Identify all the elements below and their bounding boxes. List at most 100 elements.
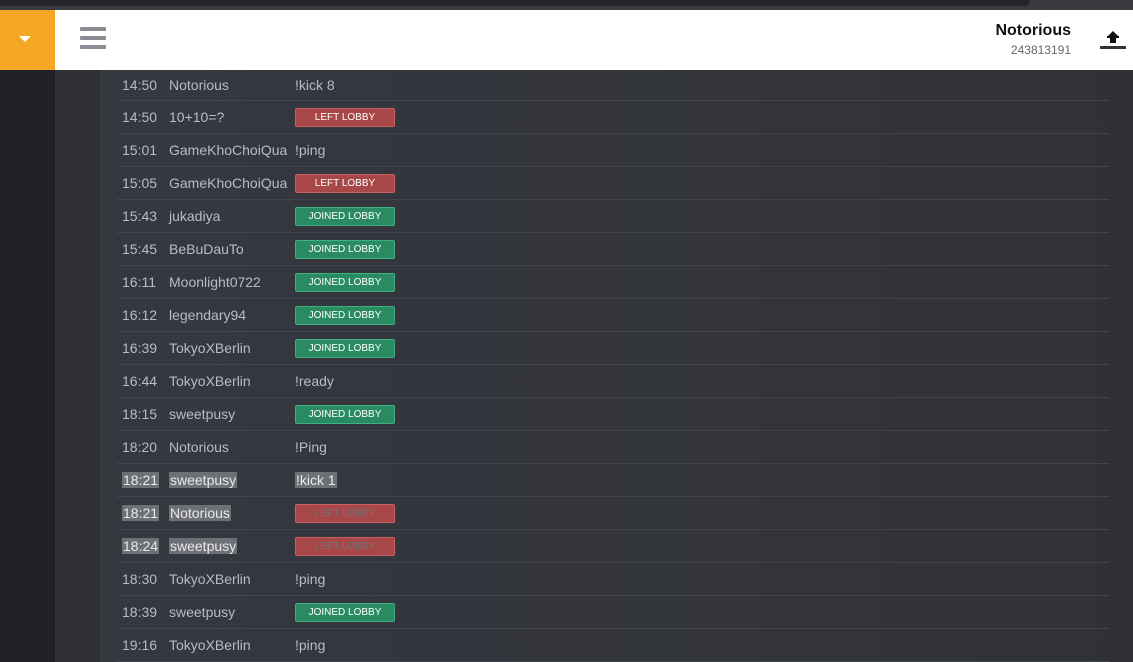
chat-time-text: 19:16 bbox=[122, 637, 158, 653]
chat-time-text: 18:20 bbox=[122, 439, 158, 455]
chat-username-text: legendary94 bbox=[169, 307, 247, 323]
chat-message-text: !ping bbox=[295, 637, 326, 653]
chat-row: 14:50 Notorious !kick 8 bbox=[116, 70, 1109, 101]
chat-row: 15:43 jukadiya JOINED LOBBY bbox=[116, 200, 1109, 233]
chat-row: 15:01 GameKhoChoiQua !ping bbox=[116, 134, 1109, 167]
avatar[interactable] bbox=[1096, 28, 1130, 54]
chat-time: 18:21 bbox=[122, 497, 160, 529]
chat-username: sweetpusy bbox=[169, 530, 238, 562]
user-profile[interactable]: Notorious 243813191 bbox=[995, 21, 1071, 59]
chat-time: 15:45 bbox=[122, 233, 157, 265]
chat-row: 14:50 10+10=? LEFT LOBBY bbox=[116, 101, 1109, 134]
chat-message: LEFT LOBBY bbox=[295, 497, 395, 529]
chat-row: 18:24 sweetpusy LEFT LOBBY bbox=[116, 530, 1109, 563]
chat-message: JOINED LOBBY bbox=[295, 200, 395, 232]
chat-message-text: !kick 1 bbox=[295, 472, 337, 488]
chat-message: JOINED LOBBY bbox=[295, 266, 395, 298]
chat-message: !kick 1 bbox=[295, 464, 337, 496]
chat-username: 10+10=? bbox=[169, 101, 224, 133]
chat-message-text: !kick 8 bbox=[295, 77, 335, 93]
chat-time-text: 15:05 bbox=[122, 175, 158, 191]
chat-row: 18:21 sweetpusy !kick 1 bbox=[116, 464, 1109, 497]
chat-username: sweetpusy bbox=[169, 398, 235, 430]
chat-username-text: jukadiya bbox=[169, 208, 221, 224]
chat-message: LEFT LOBBY bbox=[295, 167, 395, 199]
chat-time: 18:21 bbox=[122, 464, 160, 496]
chat-username-text: GameKhoChoiQua bbox=[169, 142, 288, 158]
chat-message: !ping bbox=[295, 134, 325, 166]
chat-time: 15:01 bbox=[122, 134, 157, 166]
chat-username: BeBuDauTo bbox=[169, 233, 244, 265]
chat-time-text: 16:39 bbox=[122, 340, 158, 356]
joined-lobby-badge: JOINED LOBBY bbox=[295, 206, 395, 226]
chat-username-text: TokyoXBerlin bbox=[169, 340, 251, 356]
joined-lobby-badge: JOINED LOBBY bbox=[295, 602, 395, 622]
chat-message: JOINED LOBBY bbox=[295, 299, 395, 331]
chat-username: Notorious bbox=[169, 431, 229, 463]
left-lobby-badge: LEFT LOBBY bbox=[295, 503, 395, 523]
chat-message: JOINED LOBBY bbox=[295, 233, 395, 265]
chat-time: 14:50 bbox=[122, 101, 157, 133]
chat-username: Notorious bbox=[169, 497, 231, 529]
left-lobby-badge: LEFT LOBBY bbox=[295, 107, 395, 127]
joined-lobby-badge: JOINED LOBBY bbox=[295, 272, 395, 292]
lobby-chat-panel: 14:50 Notorious !kick 8 14:50 10+10=? LEFT LO… bbox=[100, 70, 1133, 662]
chat-message: LEFT LOBBY bbox=[295, 530, 395, 562]
chat-message: JOINED LOBBY bbox=[295, 398, 395, 430]
chat-row: 15:45 BeBuDauTo JOINED LOBBY bbox=[116, 233, 1109, 266]
chat-time: 18:39 bbox=[122, 596, 157, 628]
chat-username-text: Notorious bbox=[169, 505, 231, 521]
hamburger-menu-icon[interactable] bbox=[80, 27, 106, 53]
chat-username: TokyoXBerlin bbox=[169, 365, 251, 397]
chat-row: 18:21 Notorious LEFT LOBBY bbox=[116, 497, 1109, 530]
chat-time-text: 14:50 bbox=[122, 77, 158, 93]
chat-time-text: 18:21 bbox=[122, 505, 160, 521]
chat-username: sweetpusy bbox=[169, 464, 238, 496]
chat-message-text: !ping bbox=[295, 142, 326, 158]
chat-username: TokyoXBerlin bbox=[169, 629, 251, 661]
chat-message-text: !ready bbox=[295, 373, 334, 389]
chat-username: Moonlight0722 bbox=[169, 266, 261, 298]
user-id: 243813191 bbox=[1010, 43, 1071, 57]
chat-username: legendary94 bbox=[169, 299, 246, 331]
app-header: Notorious 243813191 bbox=[0, 10, 1133, 70]
joined-lobby-badge: JOINED LOBBY bbox=[295, 305, 395, 325]
chat-time: 18:30 bbox=[122, 563, 157, 595]
chat-time: 18:20 bbox=[122, 431, 157, 463]
chat-time-text: 18:15 bbox=[122, 406, 158, 422]
chat-message: !ping bbox=[295, 629, 325, 661]
chat-username-text: Moonlight0722 bbox=[169, 274, 261, 290]
chat-log: 14:50 Notorious !kick 8 14:50 10+10=? LEFT LO… bbox=[116, 70, 1109, 662]
chat-time-text: 18:21 bbox=[122, 472, 160, 488]
chat-message: !kick 8 bbox=[295, 70, 335, 100]
chat-time-text: 16:44 bbox=[122, 373, 158, 389]
chat-time-text: 15:43 bbox=[122, 208, 158, 224]
chat-message: LEFT LOBBY bbox=[295, 101, 395, 133]
browser-top-strip bbox=[0, 0, 1133, 10]
chat-username-text: BeBuDauTo bbox=[169, 241, 244, 257]
chat-row: 16:39 TokyoXBerlin JOINED LOBBY bbox=[116, 332, 1109, 365]
chat-time: 16:44 bbox=[122, 365, 157, 397]
sidebar bbox=[0, 70, 55, 662]
chat-time: 19:16 bbox=[122, 629, 157, 661]
chat-time-text: 16:12 bbox=[122, 307, 158, 323]
chat-row: 19:16 TokyoXBerlin !ping bbox=[116, 629, 1109, 662]
chat-username-text: Notorious bbox=[169, 439, 229, 455]
chat-time: 18:15 bbox=[122, 398, 157, 430]
chat-time: 16:11 bbox=[122, 266, 156, 298]
chat-message: !Ping bbox=[295, 431, 327, 463]
chat-username-text: sweetpusy bbox=[169, 472, 238, 488]
chat-time-text: 15:01 bbox=[122, 142, 158, 158]
chat-time: 16:12 bbox=[122, 299, 157, 331]
chat-row: 16:11 Moonlight0722 JOINED LOBBY bbox=[116, 266, 1109, 299]
chat-time-text: 18:39 bbox=[122, 604, 158, 620]
chat-row: 18:15 sweetpusy JOINED LOBBY bbox=[116, 398, 1109, 431]
chat-row: 16:12 legendary94 JOINED LOBBY bbox=[116, 299, 1109, 332]
chat-username-text: Notorious bbox=[169, 77, 229, 93]
chat-time-text: 18:24 bbox=[122, 538, 160, 554]
menu-toggle-button[interactable] bbox=[0, 10, 55, 70]
chat-row: 15:05 GameKhoChoiQua LEFT LOBBY bbox=[116, 167, 1109, 200]
chat-username-text: TokyoXBerlin bbox=[169, 571, 251, 587]
chat-username-text: TokyoXBerlin bbox=[169, 373, 251, 389]
chat-username: TokyoXBerlin bbox=[169, 332, 251, 364]
